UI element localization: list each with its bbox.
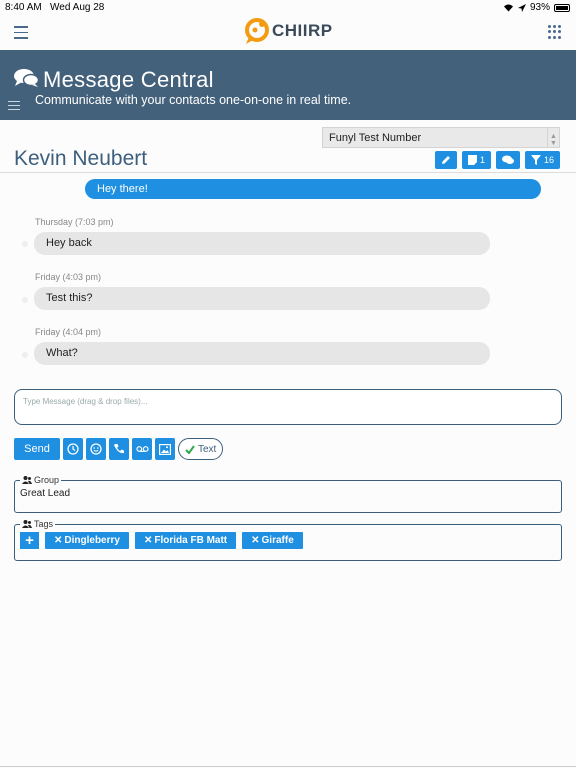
text-mode-toggle[interactable]: Text: [178, 438, 224, 460]
status-indicators: 93%: [503, 2, 570, 13]
voicemail-icon: [135, 446, 149, 452]
pencil-icon: [441, 156, 450, 164]
page-title: Message Central: [43, 67, 214, 92]
users-icon: [22, 476, 32, 484]
send-button[interactable]: Send: [14, 438, 60, 460]
status-bar: 8:40 AM Wed Aug 28 93%: [0, 0, 576, 14]
apps-grid-icon[interactable]: [548, 25, 562, 39]
compose-toolbar: Send Text: [14, 438, 224, 460]
remove-tag-icon[interactable]: ✕: [251, 535, 259, 546]
message-timestamp: Thursday (7:03 pm): [35, 217, 114, 227]
remove-tag-icon[interactable]: ✕: [54, 535, 62, 546]
incoming-message: Test this?: [34, 287, 490, 310]
group-field[interactable]: Group Great Lead: [14, 475, 562, 513]
status-time: 8:40 AM Wed Aug 28: [5, 2, 105, 13]
comments-icon: [501, 155, 514, 164]
clock-icon: [67, 443, 79, 455]
remove-tag-icon[interactable]: ✕: [144, 535, 152, 546]
voicemail-button[interactable]: [132, 438, 152, 460]
location-icon: [517, 3, 526, 12]
tags-legend: Tags: [20, 519, 55, 529]
divider: [0, 766, 576, 767]
incoming-message: What?: [34, 342, 490, 365]
incoming-message: Hey back: [34, 232, 490, 255]
edit-contact-button[interactable]: [434, 151, 457, 169]
schedule-button[interactable]: [63, 438, 83, 460]
phone-icon: [114, 444, 124, 454]
group-legend: Group: [20, 475, 61, 485]
group-value: Great Lead: [20, 488, 71, 499]
message-timestamp: Friday (4:04 pm): [35, 327, 102, 337]
avatar: [22, 297, 28, 303]
contact-actions: 1 16: [434, 151, 560, 169]
chevron-down-icon: ▲ ▼: [547, 128, 559, 147]
sender-number-select[interactable]: Funyl Test Number ▲ ▼: [322, 127, 560, 148]
message-thread[interactable]: Hey there! Thursday (7:03 pm) Hey back F…: [0, 172, 576, 382]
top-bar: CHIIRP: [0, 14, 576, 50]
hamburger-menu-icon[interactable]: [14, 26, 28, 39]
avatar: [22, 241, 28, 247]
battery-icon: [554, 3, 570, 12]
tag-chip[interactable]: ✕ Florida FB Matt: [134, 532, 237, 549]
filter-button[interactable]: 16: [524, 151, 560, 169]
tag-chip[interactable]: ✕ Giraffe: [242, 532, 303, 549]
chiirp-logo: CHIIRP: [244, 17, 333, 45]
add-tag-button[interactable]: +: [20, 532, 39, 549]
logo-text: CHIIRP: [272, 21, 333, 40]
outgoing-message: Hey there!: [85, 179, 541, 199]
page-header: Message Central Communicate with your co…: [0, 50, 576, 120]
call-button[interactable]: [109, 438, 129, 460]
message-input-placeholder: Type Message (drag & drop files)...: [23, 397, 148, 406]
smiley-icon: [90, 443, 102, 455]
filter-count: 16: [543, 155, 554, 165]
checkmark-icon: [185, 444, 195, 454]
attach-image-button[interactable]: [155, 438, 175, 460]
page-subtitle: Communicate with your contacts one-on-on…: [35, 93, 352, 107]
message-input[interactable]: Type Message (drag & drop files)...: [14, 389, 562, 425]
sender-number-value: Funyl Test Number: [329, 132, 422, 144]
battery-percent: 93%: [529, 2, 550, 13]
notes-count: 1: [479, 155, 485, 165]
contact-name: Kevin Neubert: [14, 147, 148, 170]
tags-field: Tags + ✕ Dingleberry ✕ Florida FB Matt ✕ Gi…: [14, 519, 562, 561]
conversations-button[interactable]: [495, 151, 520, 169]
chat-bubbles-icon: [14, 69, 39, 87]
side-menu-icon[interactable]: [8, 101, 20, 113]
chiirp-logo-icon: [245, 18, 269, 44]
text-mode-label: Text: [198, 443, 217, 455]
filter-icon: [530, 155, 541, 165]
avatar: [22, 352, 28, 358]
message-timestamp: Friday (4:03 pm): [35, 272, 102, 282]
wifi-icon: [503, 4, 513, 12]
users-icon: [22, 520, 32, 528]
tag-chip[interactable]: ✕ Dingleberry: [45, 532, 129, 549]
notes-button[interactable]: 1: [461, 151, 491, 169]
image-icon: [159, 443, 171, 455]
emoji-button[interactable]: [86, 438, 106, 460]
tags-list: + ✕ Dingleberry ✕ Florida FB Matt ✕ Giraffe: [20, 529, 556, 549]
note-icon: [467, 155, 477, 165]
